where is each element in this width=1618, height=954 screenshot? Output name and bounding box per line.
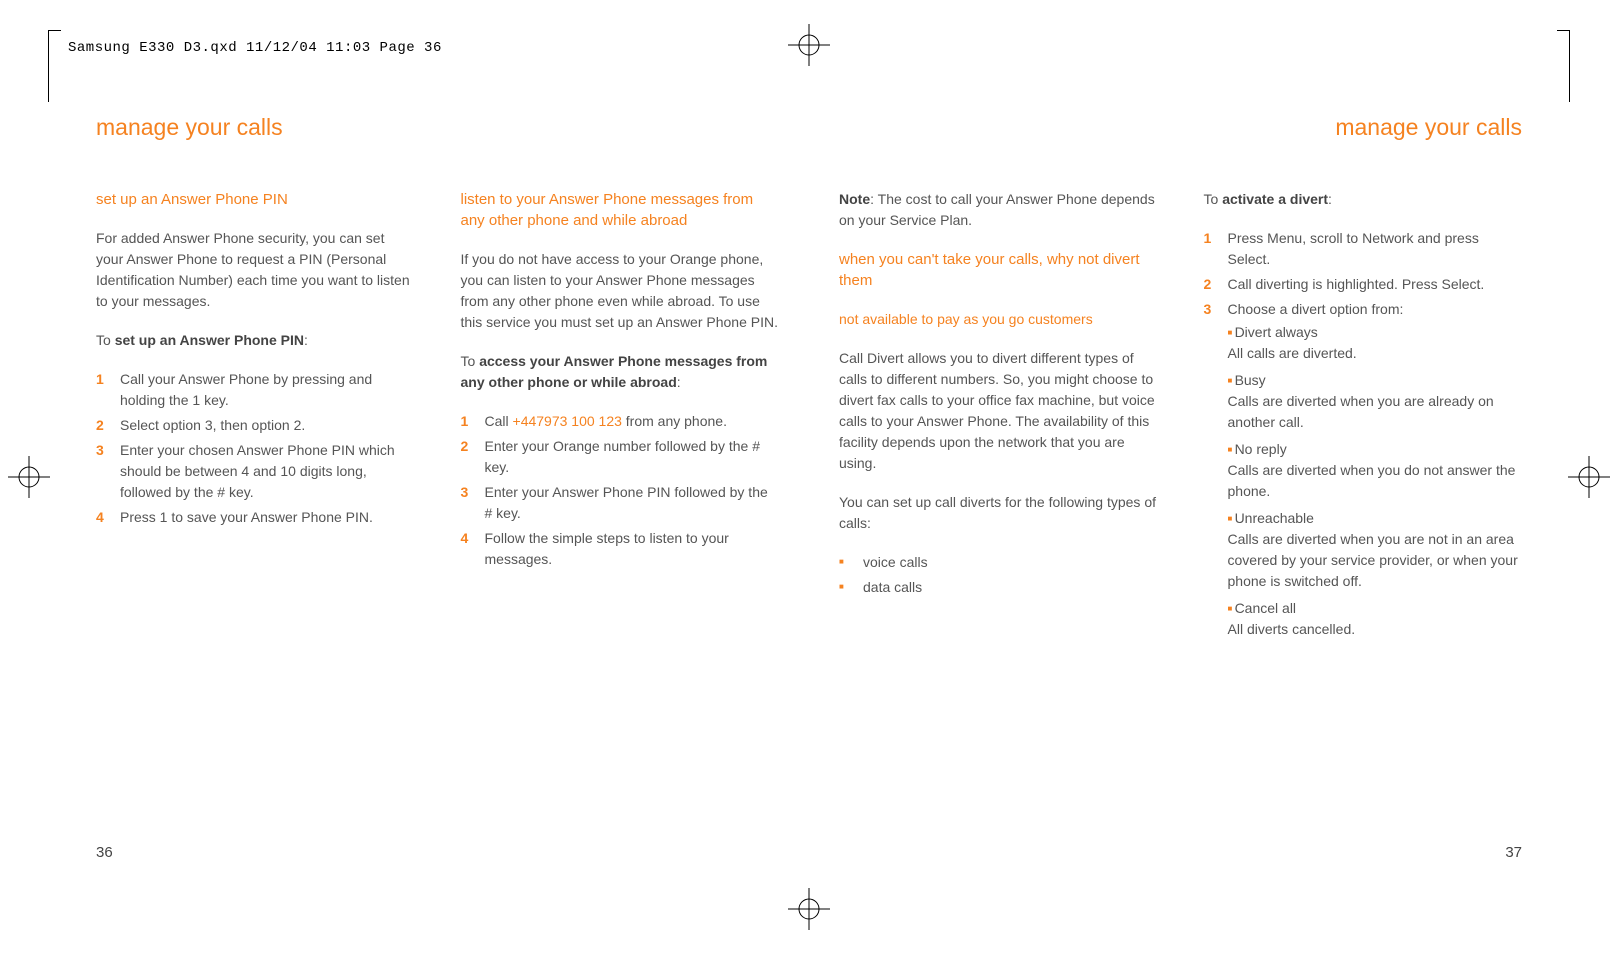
step-item: 4Follow the simple steps to listen to yo… [461, 528, 780, 570]
page-title: manage your calls [96, 110, 779, 145]
instruction-lead: To set up an Answer Phone PIN: [96, 330, 415, 351]
column: To activate a divert: 1Press Menu, scrol… [1204, 189, 1523, 835]
page-title: manage your calls [839, 110, 1522, 145]
registration-mark-icon [788, 24, 830, 66]
body-text: You can set up call diverts for the foll… [839, 492, 1158, 534]
availability-note: not available to pay as you go customers [839, 309, 1158, 330]
step-item: 3Enter your chosen Answer Phone PIN whic… [96, 440, 415, 503]
bullet-list: voice calls data calls [839, 552, 1158, 598]
registration-mark-icon [1568, 456, 1610, 498]
registration-mark-icon [788, 888, 830, 930]
step-list: 1Call +447973 100 123 from any phone. 2En… [461, 411, 780, 570]
section-heading: listen to your Answer Phone messages fro… [461, 189, 780, 231]
step-list: 1Call your Answer Phone by pressing and … [96, 369, 415, 528]
list-item: voice calls [839, 552, 1158, 573]
section-heading: set up an Answer Phone PIN [96, 189, 415, 210]
divert-option: UnreachableCalls are diverted when you a… [1228, 508, 1523, 592]
crop-mark [1558, 30, 1570, 102]
step-item: 3Choose a divert option from:Divert alwa… [1204, 299, 1523, 646]
instruction-lead: To activate a divert: [1204, 189, 1523, 210]
crop-mark [48, 30, 60, 102]
page-number: 37 [1505, 842, 1522, 865]
divert-option: No replyCalls are diverted when you do n… [1228, 439, 1523, 502]
body-text: For added Answer Phone security, you can… [96, 228, 415, 312]
list-item: data calls [839, 577, 1158, 598]
page-number: 36 [96, 842, 113, 865]
divert-option: BusyCalls are diverted when you are alre… [1228, 370, 1523, 433]
divert-option: Divert alwaysAll calls are diverted. [1228, 322, 1523, 364]
column: set up an Answer Phone PIN For added Ans… [96, 189, 415, 835]
column: Note: The cost to call your Answer Phone… [839, 189, 1158, 835]
page-right: manage your calls Note: The cost to call… [809, 110, 1522, 834]
step-item: 3Enter your Answer Phone PIN followed by… [461, 482, 780, 524]
print-slug: Samsung E330 D3.qxd 11/12/04 11:03 Page … [68, 38, 442, 59]
step-item: 2Select option 3, then option 2. [96, 415, 415, 436]
step-item: 1Call your Answer Phone by pressing and … [96, 369, 415, 411]
body-text: Call Divert allows you to divert differe… [839, 348, 1158, 474]
section-heading: when you can't take your calls, why not … [839, 249, 1158, 291]
body-text: If you do not have access to your Orange… [461, 249, 780, 333]
step-item: 1Press Menu, scroll to Network and press… [1204, 228, 1523, 270]
instruction-lead: To access your Answer Phone messages fro… [461, 351, 780, 393]
phone-number: +447973 100 123 [513, 413, 622, 429]
column: listen to your Answer Phone messages fro… [461, 189, 780, 835]
divert-option: Cancel allAll diverts cancelled. [1228, 598, 1523, 640]
divert-options-list: Divert alwaysAll calls are diverted. Busy… [1228, 322, 1523, 640]
step-list: 1Press Menu, scroll to Network and press… [1204, 228, 1523, 646]
step-item: 2Enter your Orange number followed by th… [461, 436, 780, 478]
step-item: 2Call diverting is highlighted. Press Se… [1204, 274, 1523, 295]
page-spread: manage your calls set up an Answer Phone… [96, 110, 1522, 834]
registration-mark-icon [8, 456, 50, 498]
step-item: 1Call +447973 100 123 from any phone. [461, 411, 780, 432]
step-item: 4Press 1 to save your Answer Phone PIN. [96, 507, 415, 528]
page-left: manage your calls set up an Answer Phone… [96, 110, 809, 834]
note-text: Note: The cost to call your Answer Phone… [839, 189, 1158, 231]
